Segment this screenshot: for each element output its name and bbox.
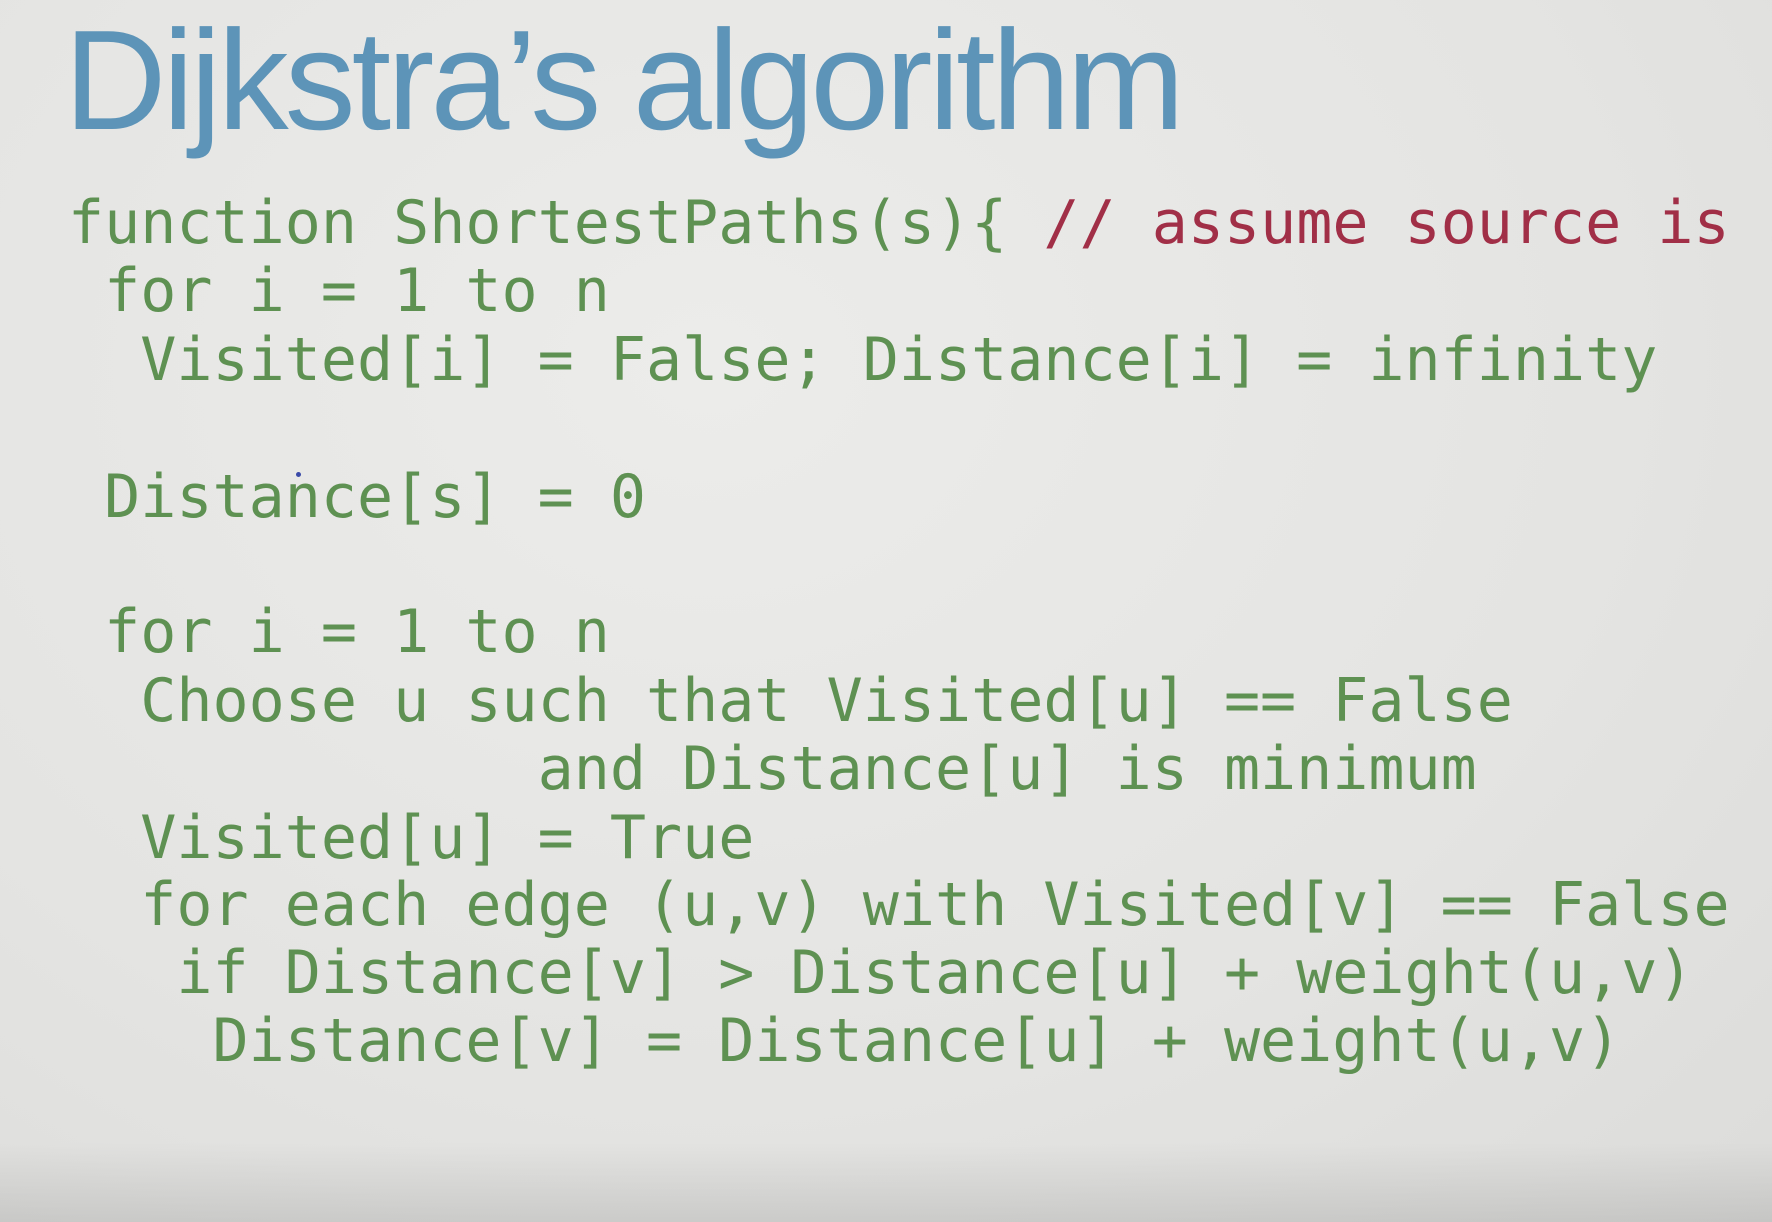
code-line-for-edges: for each edge (u,v) with Visited[v] == F… bbox=[68, 870, 1730, 940]
code-line-choose: Choose u such that Visited[u] == False bbox=[68, 666, 1513, 736]
code-line-function: function ShortestPaths(s){ // assume sou… bbox=[68, 193, 1772, 253]
bottom-shade bbox=[0, 1142, 1772, 1222]
slide: Dijkstra’s algorithm function ShortestPa… bbox=[0, 0, 1772, 1222]
code-line-relax-assign: Distance[v] = Distance[u] + weight(u,v) bbox=[68, 1006, 1622, 1076]
stray-dot bbox=[296, 472, 301, 477]
code-comment: // assume source is s bbox=[1043, 188, 1772, 258]
code-line-choose-cont: and Distance[u] is minimum bbox=[68, 734, 1477, 804]
code-line-if-relax: if Distance[v] > Distance[u] + weight(u,… bbox=[68, 938, 1694, 1008]
code-line-for-main: for i = 1 to n bbox=[68, 597, 610, 667]
code-text: function ShortestPaths(s){ bbox=[68, 188, 1044, 258]
code-line-distance-source: Distance[s] = 0 bbox=[68, 462, 646, 532]
code-line-for-init: for i = 1 to n bbox=[68, 256, 610, 326]
code-line-init-body: Visited[i] = False; Distance[i] = infini… bbox=[68, 325, 1658, 395]
code-line-mark-visited: Visited[u] = True bbox=[68, 803, 755, 873]
slide-title: Dijkstra’s algorithm bbox=[64, 1, 1185, 160]
